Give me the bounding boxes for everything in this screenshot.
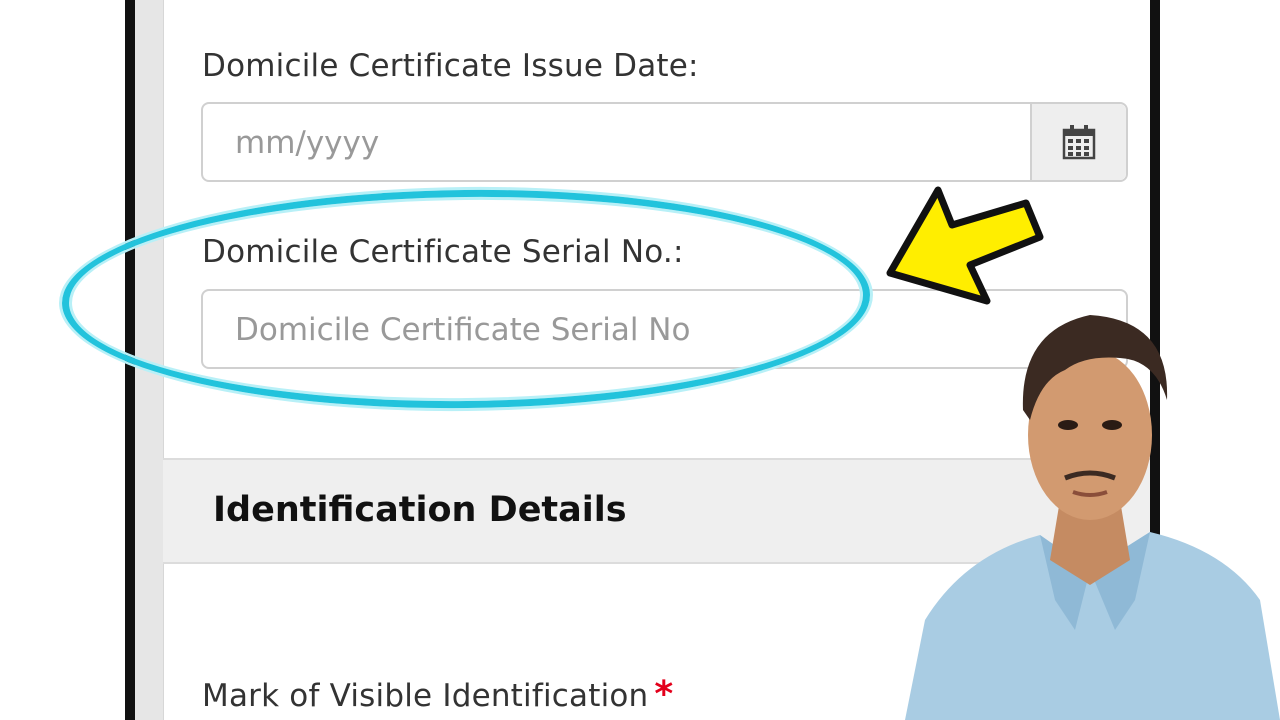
calendar-icon (1062, 125, 1096, 160)
mark-identification-text: Mark of Visible Identification (202, 678, 649, 714)
mark-identification-label: Mark of Visible Identification * (202, 674, 673, 715)
arrow-icon (886, 186, 1044, 305)
issue-date-input[interactable]: mm/yyyy (201, 102, 1128, 182)
issue-date-label: Domicile Certificate Issue Date: (202, 48, 699, 84)
section-title: Identification Details (213, 490, 627, 530)
calendar-button[interactable] (1030, 104, 1126, 180)
issue-date-placeholder: mm/yyyy (235, 125, 380, 161)
presenter-photo (905, 315, 1280, 720)
required-asterisk: * (654, 674, 674, 715)
